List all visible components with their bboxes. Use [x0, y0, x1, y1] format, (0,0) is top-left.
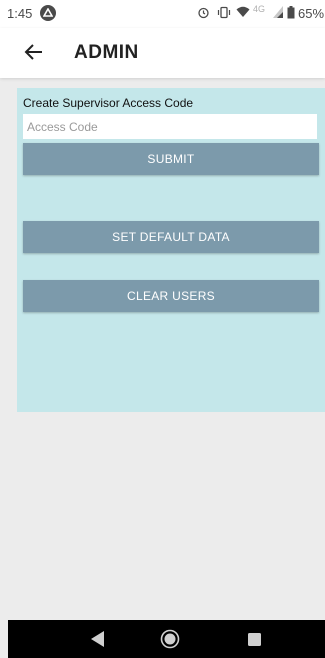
alarm-icon — [197, 6, 210, 22]
back-arrow-icon[interactable] — [22, 40, 46, 64]
status-bar: 1:45 4G 65% — [0, 0, 325, 28]
wifi-icon — [236, 6, 250, 21]
set-default-data-button[interactable]: SET DEFAULT DATA — [23, 221, 319, 253]
vibrate-icon — [217, 6, 231, 22]
navigation-bar — [8, 620, 325, 658]
battery-icon — [287, 6, 295, 22]
app-notification-icon — [40, 5, 56, 21]
nav-back-icon[interactable] — [91, 631, 105, 652]
page-title: ADMIN — [74, 42, 139, 63]
access-code-label: Create Supervisor Access Code — [23, 96, 194, 110]
admin-screen: 1:45 4G 65% ADMIN Create Supervisor Acce… — [0, 0, 325, 658]
clear-users-button[interactable]: CLEAR USERS — [23, 280, 319, 312]
submit-button[interactable]: SUBMIT — [23, 143, 319, 175]
status-time: 1:45 — [7, 6, 33, 21]
battery-percent: 65% — [298, 6, 325, 21]
nav-recent-apps-icon[interactable] — [248, 633, 261, 651]
access-code-input[interactable] — [23, 114, 317, 139]
app-bar: ADMIN — [0, 28, 325, 78]
signal-icon — [273, 6, 283, 21]
nav-home-icon[interactable] — [160, 629, 180, 654]
admin-panel: Create Supervisor Access Code SUBMIT SET… — [17, 88, 325, 412]
network-label: 4G — [253, 4, 266, 14]
